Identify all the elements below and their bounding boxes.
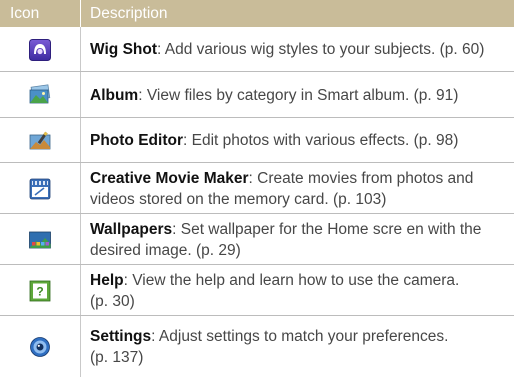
photo-editor-icon	[29, 131, 51, 149]
table-header: Icon Description	[0, 0, 514, 27]
table-row: Photo Editor: Edit photos with various e…	[0, 118, 514, 163]
feature-name: Creative Movie Maker	[90, 169, 249, 187]
icon-cell	[0, 163, 80, 214]
icon-column-header: Icon	[10, 5, 40, 22]
row-description: Album: View files by category in Smart a…	[90, 86, 459, 104]
icon-cell	[0, 316, 80, 377]
creative-movie-maker-icon	[29, 178, 51, 199]
row-description: Creative Movie Maker: Create movies from…	[90, 169, 474, 208]
help-icon: ?	[29, 280, 51, 301]
feature-name: Wallpapers	[90, 220, 173, 238]
feature-name: Settings	[90, 327, 152, 345]
feature-name: Help	[90, 271, 124, 289]
feature-name: Album	[90, 86, 139, 104]
icon-cell: ?	[0, 265, 80, 316]
album-icon	[29, 84, 51, 104]
icon-cell	[0, 118, 80, 163]
table-row: Album: View files by category in Smart a…	[0, 72, 514, 118]
description-column-header: Description	[90, 5, 168, 22]
table-row: Creative Movie Maker: Create movies from…	[0, 163, 514, 214]
wig-shot-icon	[29, 38, 51, 61]
icon-cell	[0, 27, 80, 72]
feature-name: Photo Editor	[90, 132, 183, 149]
table-row: Wig Shot: Add various wig styles to your…	[0, 27, 514, 72]
icon-cell	[0, 72, 80, 118]
row-description: Help: View the help and learn how to use…	[90, 271, 460, 310]
wallpapers-icon	[29, 231, 51, 248]
table-row: Wallpapers: Set wallpaper for the Home s…	[0, 214, 514, 265]
table-row: ? Help: View the help and learn how to u…	[0, 265, 514, 316]
header-divider	[80, 0, 81, 27]
svg-text:?: ?	[36, 284, 43, 298]
icon-cell	[0, 214, 80, 265]
row-description: Wallpapers: Set wallpaper for the Home s…	[90, 220, 482, 259]
table-row: Settings: Adjust settings to match your …	[0, 316, 514, 377]
icon-description-table: Icon Description Wig Shot: Add various w…	[0, 0, 514, 377]
settings-icon	[30, 336, 50, 357]
feature-name: Wig Shot	[90, 41, 158, 58]
row-description: Photo Editor: Edit photos with various e…	[90, 132, 459, 149]
row-description: Wig Shot: Add various wig styles to your…	[90, 41, 485, 58]
row-description: Settings: Adjust settings to match your …	[90, 327, 449, 366]
